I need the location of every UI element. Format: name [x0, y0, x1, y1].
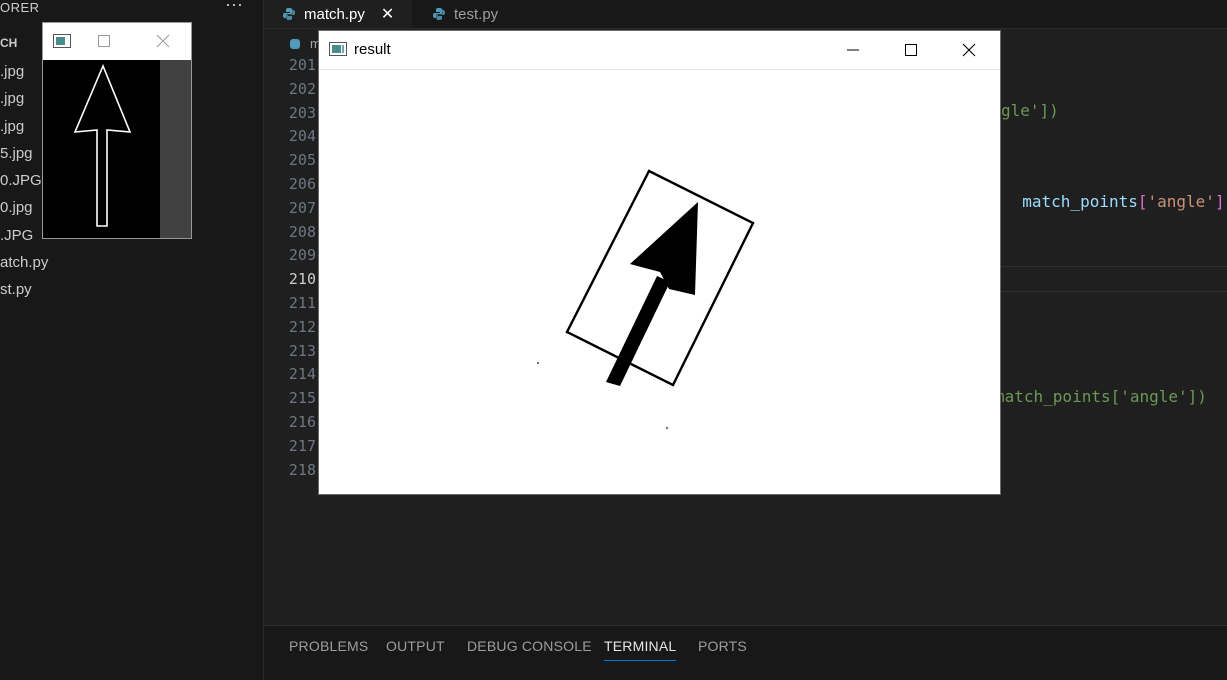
maximize-icon[interactable] — [882, 31, 940, 69]
noise-dot — [536, 361, 540, 365]
close-icon[interactable]: ✕ — [381, 4, 394, 24]
line-number: 216 — [288, 412, 316, 431]
template-image-window[interactable] — [42, 22, 192, 239]
window-titlebar[interactable] — [43, 23, 191, 60]
line-number: 217 — [288, 436, 316, 455]
code-line-203[interactable]: gle']) — [1001, 101, 1059, 120]
python-file-icon — [433, 8, 445, 20]
window-titlebar[interactable]: result — [319, 31, 1000, 70]
tab-match-py[interactable]: match.py ✕ — [264, 0, 412, 28]
line-number: 205 — [288, 151, 316, 170]
breadcrumb[interactable]: m — [288, 36, 321, 51]
app-window-icon — [329, 42, 347, 56]
explorer-title: ORER — [0, 0, 40, 15]
maximize-icon[interactable] — [97, 34, 111, 48]
more-actions-icon[interactable]: ··· — [225, 0, 243, 15]
line-number: 202 — [288, 79, 316, 98]
line-number: 214 — [288, 365, 316, 384]
template-arrow-image — [43, 60, 160, 238]
explorer-folder-header[interactable]: CH — [0, 36, 17, 50]
code-line-215[interactable]: match_points['angle']) — [995, 387, 1207, 406]
tab-problems[interactable]: PROBLEMS — [289, 638, 368, 654]
line-number: 215 — [288, 389, 316, 408]
line-number: 203 — [288, 103, 316, 122]
result-image-canvas — [319, 70, 1000, 494]
noise-dot — [665, 426, 669, 430]
code-bracket: [ — [1137, 192, 1148, 211]
bottom-panel: PROBLEMS OUTPUT DEBUG CONSOLE TERMINAL P… — [264, 625, 1227, 680]
tab-terminal[interactable]: TERMINAL — [604, 638, 677, 661]
line-number: 208 — [288, 222, 316, 241]
python-file-icon — [283, 8, 295, 20]
line-number: 207 — [288, 198, 316, 217]
line-number: 213 — [288, 341, 316, 360]
code-line-206[interactable]: match_points['angle']) — [1003, 173, 1227, 211]
file-item-match-py[interactable]: atch.py — [0, 253, 48, 280]
window-title: result — [354, 41, 391, 58]
code-bracket: ]) — [1214, 192, 1227, 211]
line-number: 209 — [288, 246, 316, 265]
line-number: 211 — [288, 293, 316, 312]
tab-label: match.py — [304, 5, 365, 23]
tab-output[interactable]: OUTPUT — [386, 638, 445, 654]
line-number: 206 — [288, 174, 316, 193]
tab-test-py[interactable]: test.py — [414, 0, 564, 28]
python-file-icon — [290, 38, 300, 49]
editor-tab-bar: match.py ✕ test.py — [264, 0, 1227, 29]
line-number-current: 210 — [288, 270, 316, 289]
tab-debug-console[interactable]: DEBUG CONSOLE — [467, 638, 592, 654]
file-item-test-py[interactable]: st.py — [0, 280, 48, 307]
line-number: 204 — [288, 127, 316, 146]
minimize-icon[interactable] — [824, 31, 882, 69]
code-string: 'angle' — [1147, 192, 1215, 211]
template-image-canvas — [43, 60, 191, 238]
tab-label: test.py — [454, 5, 499, 23]
line-number: 201 — [288, 56, 316, 74]
close-icon[interactable] — [940, 31, 998, 69]
code-identifier: match_points — [1022, 192, 1138, 211]
line-number: 212 — [288, 317, 316, 336]
current-line-highlight — [1000, 266, 1227, 292]
close-icon[interactable] — [156, 34, 170, 48]
app-window-icon — [53, 34, 71, 48]
result-window[interactable]: result — [319, 31, 1000, 494]
line-number: 218 — [288, 460, 316, 479]
line-number-gutter: 201 202 203 204 205 206 207 208 209 210 … — [264, 54, 318, 482]
tab-ports[interactable]: PORTS — [698, 638, 747, 654]
